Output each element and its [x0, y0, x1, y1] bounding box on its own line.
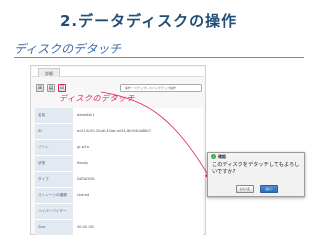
dialog-header: ✓ 確認 [208, 153, 304, 160]
detach-button[interactable]: ⊟ [58, 84, 66, 92]
property-value: shared [73, 188, 203, 203]
detach-callout: ディスクのデタッチ [59, 94, 135, 103]
slide-title: 2.データディスクの操作 [60, 12, 238, 30]
property-row: ハイパーバイザー [35, 204, 203, 220]
attach-button[interactable]: ⊞ [36, 84, 44, 92]
property-label: ハイパーバイザー [35, 204, 73, 219]
action-select[interactable]: 操作・ステップレスバックアップ操作 [120, 84, 202, 92]
property-label: ゾーン [35, 140, 73, 155]
property-label: ID [35, 124, 73, 139]
tab-details[interactable]: 詳細 [38, 68, 60, 77]
property-row: 名前 datadisk1 [35, 108, 203, 124]
attach-icon: ⊞ [37, 85, 43, 91]
property-row: タイプ DATADISK [35, 172, 203, 188]
property-value: ec013c50-20a6-45ab-a054-8b5f40a88b7 [73, 124, 203, 139]
property-row: Size 40.00 GB [35, 220, 203, 236]
detach-icon: ⊟ [59, 85, 65, 91]
property-label: Size [35, 220, 73, 235]
property-row: ID ec013c50-20a6-45ab-a054-8b5f40a88b7 [35, 124, 203, 140]
snapshot-button[interactable]: ▤ [47, 84, 55, 92]
volume-detail-panel: 詳細 ⊞ ▤ ⊟ 操作・ステップレスバックアップ操作 ディスクのデタッチ 名前 … [30, 65, 206, 236]
volume-properties: 名前 datadisk1 ID ec013c50-20a6-45ab-a054-… [35, 108, 203, 236]
confirm-check-icon: ✓ [211, 154, 216, 159]
property-row: 状態 Ready [35, 156, 203, 172]
no-button[interactable]: いいえ [236, 185, 254, 193]
property-value: jp-w1a [73, 140, 203, 155]
property-value: DATADISK [73, 172, 203, 187]
property-row: ストレージの種類 shared [35, 188, 203, 204]
property-label: タイプ [35, 172, 73, 187]
confirm-dialog: ✓ 確認 このディスクをデタッチしてもよろしいですか? いいえ はい [207, 152, 305, 197]
property-label: 名前 [35, 108, 73, 123]
yes-button[interactable]: はい [260, 185, 278, 193]
snapshot-icon: ▤ [48, 85, 54, 91]
property-value: datadisk1 [73, 108, 203, 123]
property-value: 40.00 GB [73, 220, 203, 235]
dialog-title: 確認 [218, 154, 226, 159]
slide-subtitle: ディスクのデタッチ [14, 42, 122, 56]
property-label: 状態 [35, 156, 73, 171]
property-value [73, 204, 203, 219]
title-divider [14, 57, 304, 58]
dialog-message: このディスクをデタッチしてもよろしいですか? [212, 162, 300, 175]
property-value: Ready [73, 156, 203, 171]
property-row: ゾーン jp-w1a [35, 140, 203, 156]
property-label: ストレージの種類 [35, 188, 73, 203]
panel-tab-bar: 詳細 [32, 67, 204, 77]
